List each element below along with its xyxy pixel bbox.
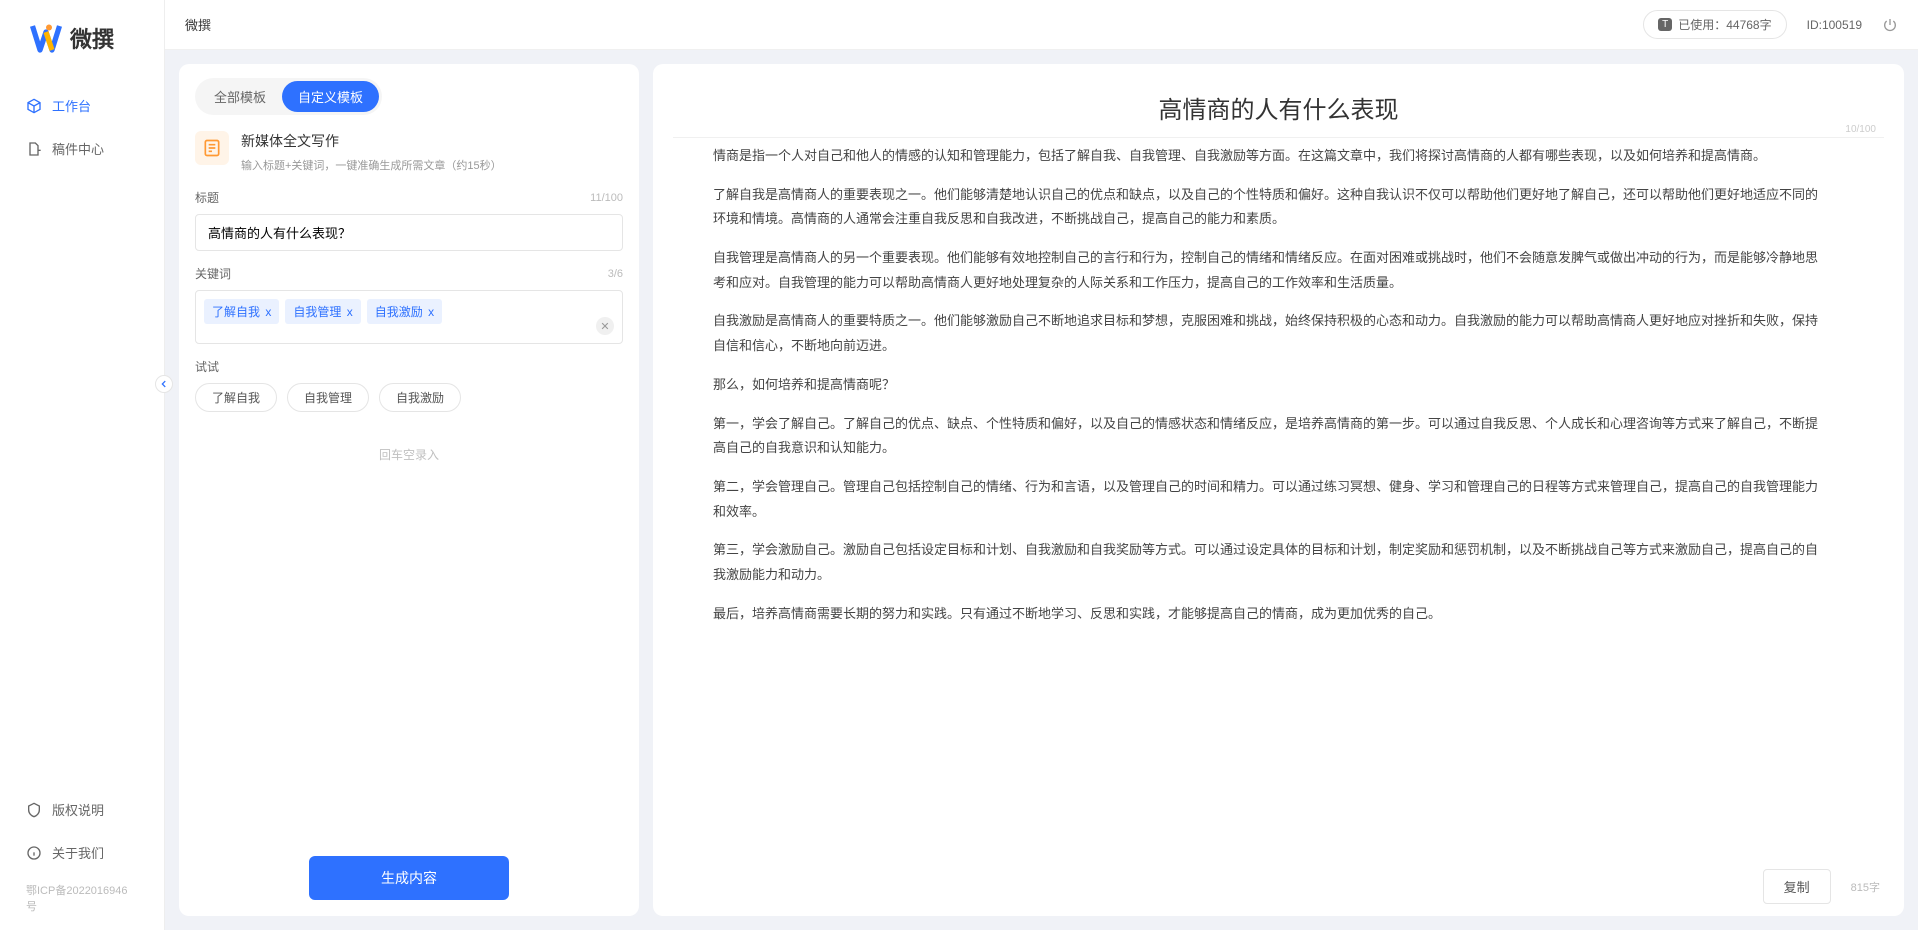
tag-remove-icon[interactable]: x: [428, 305, 434, 319]
word-count: 815字: [1851, 879, 1880, 895]
icp-text: 鄂ICP备2022016946号: [10, 876, 154, 920]
tag-remove-icon[interactable]: x: [265, 305, 271, 319]
usage-badge-icon: T: [1658, 18, 1672, 31]
tab-all-templates[interactable]: 全部模板: [198, 81, 282, 112]
sidebar: 微撰 工作台 稿件中心 版权说明 关于我们 鄂ICP备2022016946号: [0, 0, 165, 930]
article-body: 情商是指一个人对自己和他人的情感的认知和管理能力，包括了解自我、自我管理、自我激…: [673, 137, 1884, 857]
generate-button[interactable]: 生成内容: [309, 856, 509, 900]
suggest-label: 试试: [195, 358, 219, 375]
title-label: 标题: [195, 189, 219, 206]
nav-item-about[interactable]: 关于我们: [10, 833, 154, 872]
sidebar-bottom: 版权说明 关于我们 鄂ICP备2022016946号: [0, 790, 164, 930]
article-paragraph: 自我激励是高情商人的重要特质之一。他们能够激励自己不断地追求目标和梦想，克服困难…: [713, 309, 1824, 358]
output-panel: 高情商的人有什么表现 10/100 情商是指一个人对自己和他人的情感的认知和管理…: [653, 64, 1904, 916]
template-desc: 输入标题+关键词，一键准确生成所需文章（约15秒）: [241, 157, 502, 173]
suggest-pill[interactable]: 了解自我: [195, 383, 277, 412]
nav-label: 关于我们: [52, 843, 104, 862]
nav-label: 工作台: [52, 96, 91, 115]
nav-label: 版权说明: [52, 800, 104, 819]
keyword-tag[interactable]: 自我激励 x: [367, 299, 442, 324]
article-paragraph: 情商是指一个人对自己和他人的情感的认知和管理能力，包括了解自我、自我管理、自我激…: [713, 144, 1824, 169]
tag-remove-icon[interactable]: x: [347, 305, 353, 319]
title-input[interactable]: [195, 214, 623, 251]
template-tabs: 全部模板 自定义模板: [195, 78, 382, 115]
keyword-tagbox[interactable]: 了解自我 x 自我管理 x 自我激励 x ✕: [195, 290, 623, 344]
brand-logo: 微撰: [0, 0, 164, 86]
suggest-pill[interactable]: 自我激励: [379, 383, 461, 412]
sidebar-collapse-handle[interactable]: [155, 375, 173, 393]
keyword-tag[interactable]: 自我管理 x: [285, 299, 360, 324]
logo-icon: [28, 20, 64, 56]
config-panel: 全部模板 自定义模板 新媒体全文写作 输入标题+关键词，一键准确生成所需文章（约…: [179, 64, 639, 916]
suggest-pill[interactable]: 自我管理: [287, 383, 369, 412]
tab-custom-template[interactable]: 自定义模板: [282, 81, 379, 112]
topbar: 微撰 T 已使用：44768字 ID:100519: [165, 0, 1918, 50]
clear-tags-button[interactable]: ✕: [596, 317, 614, 335]
copy-button[interactable]: 复制: [1763, 869, 1831, 904]
topbar-title: 微撰: [185, 15, 211, 34]
article-paragraph: 了解自我是高情商人的重要表现之一。他们能够清楚地认识自己的优点和缺点，以及自己的…: [713, 183, 1824, 232]
title-counter: 11/100: [590, 192, 623, 204]
keyword-counter: 3/6: [608, 268, 623, 280]
template-title: 新媒体全文写作: [241, 131, 502, 151]
nav-item-copyright[interactable]: 版权说明: [10, 790, 154, 829]
power-icon[interactable]: [1882, 17, 1898, 33]
brand-name: 微撰: [70, 22, 114, 54]
document-icon: [26, 141, 42, 157]
nav-label: 稿件中心: [52, 139, 104, 158]
main-nav: 工作台 稿件中心: [0, 86, 164, 790]
keyword-tag[interactable]: 了解自我 x: [204, 299, 279, 324]
info-icon: [26, 845, 42, 861]
article-title: 高情商的人有什么表现: [713, 90, 1844, 125]
nav-item-workbench[interactable]: 工作台: [10, 86, 154, 125]
article-paragraph: 第三，学会激励自己。激励自己包括设定目标和计划、自我激励和自我奖励等方式。可以通…: [713, 538, 1824, 587]
article-paragraph: 第二，学会管理自己。管理自己包括控制自己的情绪、行为和言语，以及管理自己的时间和…: [713, 475, 1824, 524]
template-icon: [195, 131, 229, 165]
article-paragraph: 最后，培养高情商需要长期的努力和实践。只有通过不断地学习、反思和实践，才能够提高…: [713, 602, 1824, 627]
keyword-label: 关键词: [195, 265, 231, 282]
article-title-counter: 10/100: [1845, 124, 1876, 135]
usage-text: 已使用：44768字: [1678, 16, 1771, 33]
cube-icon: [26, 98, 42, 114]
usage-pill[interactable]: T 已使用：44768字: [1643, 10, 1786, 39]
template-card: 新媒体全文写作 输入标题+关键词，一键准确生成所需文章（约15秒）: [179, 115, 639, 189]
account-id: ID:100519: [1807, 18, 1862, 32]
article-paragraph: 自我管理是高情商人的另一个重要表现。他们能够有效地控制自己的言行和行为，控制自己…: [713, 246, 1824, 295]
article-paragraph: 那么，如何培养和提高情商呢？: [713, 373, 1824, 398]
nav-item-drafts[interactable]: 稿件中心: [10, 129, 154, 168]
article-paragraph: 第一，学会了解自己。了解自己的优点、缺点、个性特质和偏好，以及自己的情感状态和情…: [713, 412, 1824, 461]
enter-hint: 回车空录入: [195, 426, 623, 483]
shield-icon: [26, 802, 42, 818]
